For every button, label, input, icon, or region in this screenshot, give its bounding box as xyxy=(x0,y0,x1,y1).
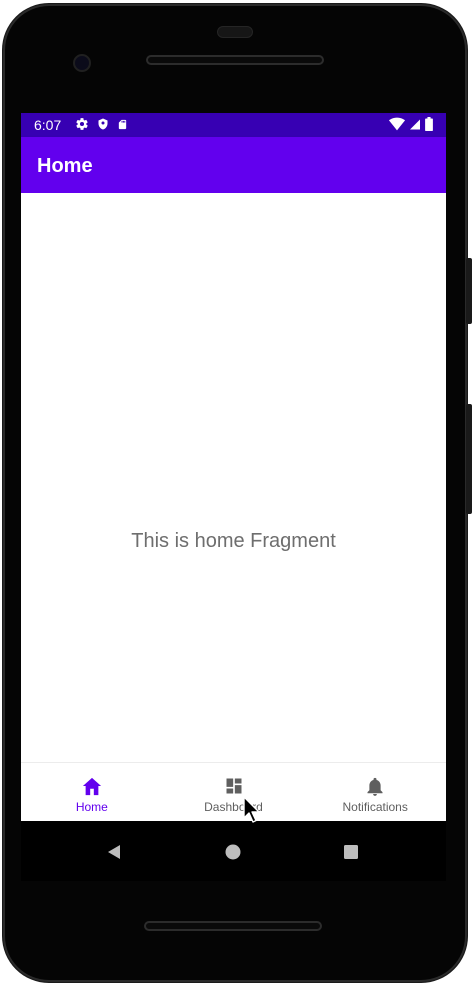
status-system-icons xyxy=(389,117,433,131)
app-bar: Home xyxy=(21,137,446,193)
sd-card-icon xyxy=(117,118,128,131)
nav-label-notifications: Notifications xyxy=(342,800,408,814)
bottom-navigation: Home Dashboard Notifications xyxy=(21,762,446,822)
power-button xyxy=(466,258,472,324)
gear-icon xyxy=(75,117,89,131)
battery-icon xyxy=(425,117,433,131)
home-fragment-text: This is home Fragment xyxy=(131,530,336,552)
nav-item-notifications[interactable]: Notifications xyxy=(304,763,446,822)
bell-icon xyxy=(363,774,387,798)
page-title: Home xyxy=(37,155,93,177)
top-speaker-grille xyxy=(146,55,324,65)
home-circle-icon[interactable] xyxy=(224,843,242,861)
phone-device: 6:07 Home This is home Fragment Home Das… xyxy=(0,0,474,988)
status-time: 6:07 xyxy=(34,117,62,133)
nav-item-dashboard[interactable]: Dashboard xyxy=(163,763,305,822)
status-bar: 6:07 xyxy=(21,113,446,137)
shield-icon xyxy=(97,117,109,131)
home-icon xyxy=(80,774,104,798)
wifi-icon xyxy=(389,117,405,131)
dashboard-icon xyxy=(222,774,246,798)
recents-icon[interactable] xyxy=(342,843,360,861)
nav-label-home: Home xyxy=(75,800,108,814)
volume-button xyxy=(466,404,472,514)
earpiece xyxy=(217,26,253,38)
status-notification-icons xyxy=(75,117,128,131)
home-fragment-content: This is home Fragment xyxy=(21,193,446,762)
cell-signal-icon xyxy=(409,118,421,131)
nav-item-home[interactable]: Home xyxy=(21,763,163,822)
phone-screen: 6:07 Home This is home Fragment Home Das… xyxy=(21,113,446,881)
nav-label-dashboard: Dashboard xyxy=(204,800,263,814)
system-navigation-bar xyxy=(21,821,446,881)
bottom-speaker-grille xyxy=(144,921,322,931)
back-icon[interactable] xyxy=(105,843,123,861)
front-camera xyxy=(73,54,91,72)
